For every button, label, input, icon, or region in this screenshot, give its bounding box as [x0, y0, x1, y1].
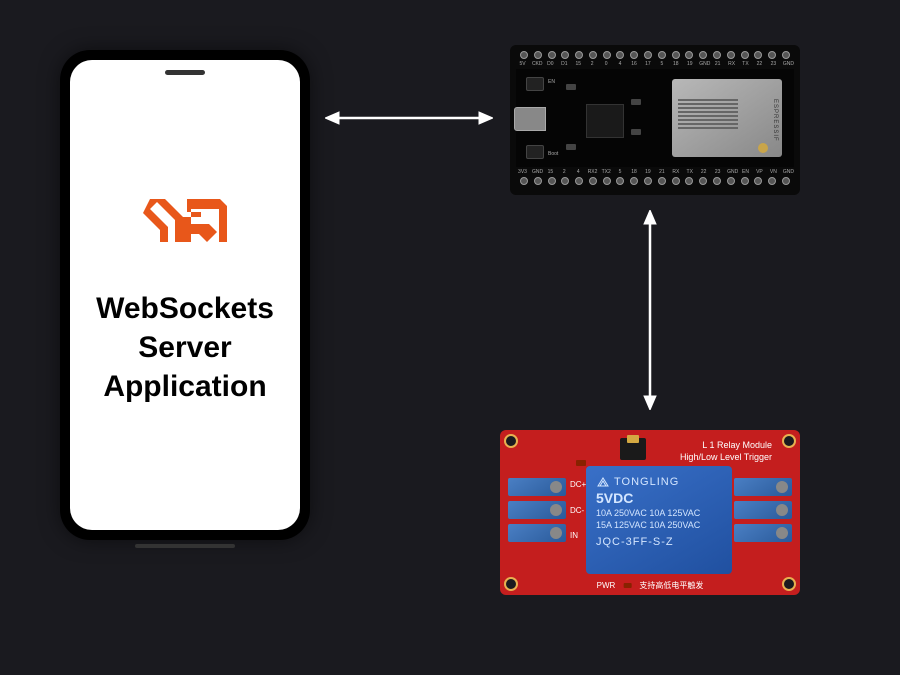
status-led	[576, 460, 586, 466]
usb-port-icon	[514, 107, 546, 131]
boot-label: Boot	[548, 151, 558, 157]
app-title: WebSockets Server Application	[96, 289, 274, 406]
relay-spec-1: 10A 250VAC 10A 125VAC	[596, 508, 722, 518]
relay-brand: TONGLING	[596, 476, 722, 488]
mounting-hole	[504, 434, 518, 448]
relay-spec-2: 15A 125VAC 10A 250VAC	[596, 520, 722, 530]
mounting-hole	[782, 434, 796, 448]
relay-model: JQC-3FF-S-Z	[596, 536, 722, 548]
esp-pin-labels-bottom: 3V3GND1524RX2TX25181921RXTX2223GNDENVPVN…	[516, 169, 794, 175]
phone-screen: WebSockets Server Application	[70, 60, 300, 530]
en-label: EN	[548, 79, 555, 85]
esp-pin-labels-top: 5VCKDD0D115204161751819GND21RXTX2223GND	[516, 61, 794, 67]
relay-body: TONGLING 5VDC 10A 250VAC 10A 125VAC 15A …	[586, 466, 732, 574]
module-brand: ESPRESSIF	[772, 99, 778, 142]
websockets-icon	[135, 184, 235, 269]
antenna-connector	[758, 143, 768, 153]
power-led	[623, 583, 631, 588]
arrow-esp-relay	[640, 210, 660, 410]
relay-voltage: 5VDC	[596, 490, 722, 506]
input-terminals	[508, 472, 566, 548]
esp-body: EN Boot ESPRESSIF	[516, 69, 794, 167]
phone-speaker	[165, 70, 205, 75]
boot-button	[526, 145, 544, 159]
phone-home-indicator	[135, 544, 235, 548]
mounting-hole	[504, 577, 518, 591]
usb-chip	[586, 104, 624, 138]
mounting-hole	[782, 577, 796, 591]
output-terminals	[734, 472, 792, 548]
esp-wifi-module: ESPRESSIF	[672, 79, 782, 157]
relay-header-text: L 1 Relay Module High/Low Level Trigger	[680, 440, 772, 463]
relay-footer: PWR 支持高低电平触发	[597, 580, 704, 591]
arrow-phone-esp	[325, 108, 493, 128]
input-terminal-labels: DC+ DC- IN	[570, 472, 586, 548]
esp32-board: 5VCKDD0D115204161751819GND21RXTX2223GND …	[510, 45, 800, 195]
esp-pin-row-top	[516, 51, 794, 59]
esp-pin-row-bottom	[516, 177, 794, 185]
jumper-block	[620, 438, 646, 460]
phone-device: WebSockets Server Application	[60, 50, 310, 540]
en-button	[526, 77, 544, 91]
relay-module: L 1 Relay Module High/Low Level Trigger …	[500, 430, 800, 595]
